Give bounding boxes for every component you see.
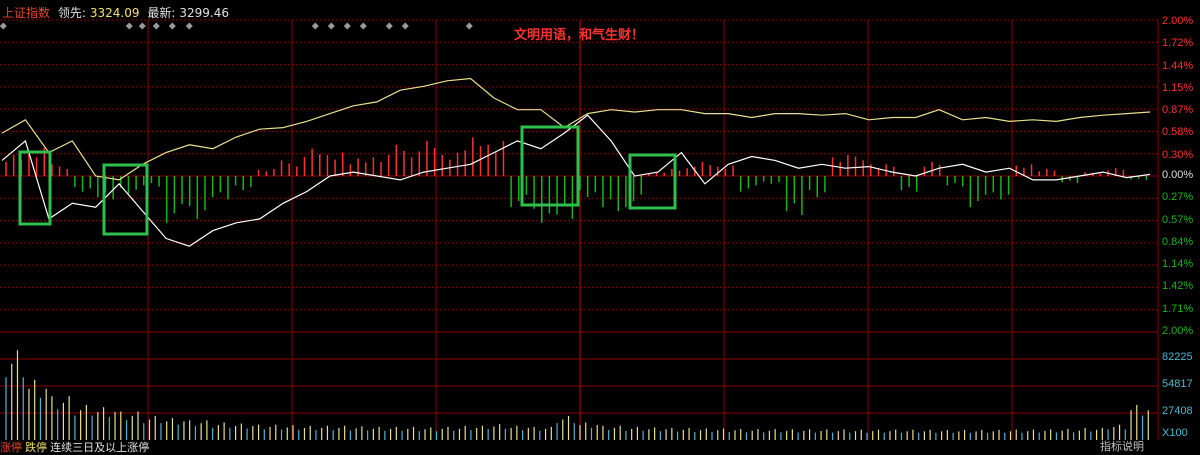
- header: 上证指数 领先: 3324.09 最新: 3299.46: [2, 4, 233, 21]
- indicator-button[interactable]: 指标说明: [1100, 438, 1144, 454]
- marker-diamond: [125, 22, 133, 30]
- volume-tick: 54817: [1162, 378, 1193, 390]
- price-tick-up: 0.30%: [1162, 148, 1194, 161]
- price-tick-up: 1.72%: [1162, 37, 1194, 50]
- marker-diamond: [401, 22, 409, 30]
- volume-unit: X100: [1162, 427, 1188, 439]
- marker-diamond: [138, 22, 146, 30]
- avg-price-line: [1, 77, 1151, 181]
- price-tick-down: 0.57%: [1162, 213, 1194, 226]
- marker-diamond: [0, 22, 7, 30]
- price-tick-down: 1.42%: [1162, 280, 1194, 293]
- intraday-chart: [0, 19, 1159, 440]
- price-tick-up: 2.00%: [1162, 15, 1194, 27]
- price-tick-down: 0.27%: [1162, 191, 1194, 204]
- price-tick-down: 1.71%: [1162, 302, 1194, 315]
- footer-seg-2: 跌停: [25, 442, 48, 454]
- price-tick-down: 0.84%: [1162, 235, 1194, 248]
- marker-diamond: [465, 22, 473, 30]
- marker-diamond: [359, 22, 367, 30]
- footer-seg-3: 连续三日及以上涨停: [50, 442, 150, 454]
- highlight-box: [18, 150, 52, 226]
- footer-status: 涨停 跌停 连续三日及以上涨停: [0, 439, 149, 455]
- last-value: 3299.46: [179, 6, 230, 20]
- price-tick-zero: 0.00%: [1162, 169, 1194, 181]
- lead-label: 领先:: [57, 6, 86, 20]
- volume-tick: 82225: [1162, 351, 1193, 363]
- volume-tick: 27408: [1162, 405, 1193, 417]
- footer-seg-1: 涨停: [0, 442, 22, 454]
- price-tick-down: 2.00%: [1162, 325, 1194, 337]
- marker-diamond: [343, 22, 351, 30]
- price-tick-down: 1.14%: [1162, 258, 1194, 271]
- lead-value: 3324.09: [89, 6, 140, 20]
- banner-text: 文明用语，和气生财！: [514, 28, 645, 43]
- price-tick-up: 1.15%: [1162, 81, 1194, 94]
- price-tick-up: 0.58%: [1162, 126, 1194, 139]
- marker-diamond: [185, 22, 193, 30]
- marker-diamond: [168, 22, 176, 30]
- price-tick-up: 0.87%: [1162, 104, 1194, 117]
- marker-diamond: [327, 22, 335, 30]
- marker-diamond: [152, 22, 160, 30]
- price-tick-up: 1.44%: [1162, 59, 1194, 72]
- index-name[interactable]: 上证指数: [2, 6, 50, 20]
- marker-diamond: [385, 22, 393, 30]
- last-label: 最新:: [147, 6, 176, 20]
- marker-diamond: [311, 22, 319, 30]
